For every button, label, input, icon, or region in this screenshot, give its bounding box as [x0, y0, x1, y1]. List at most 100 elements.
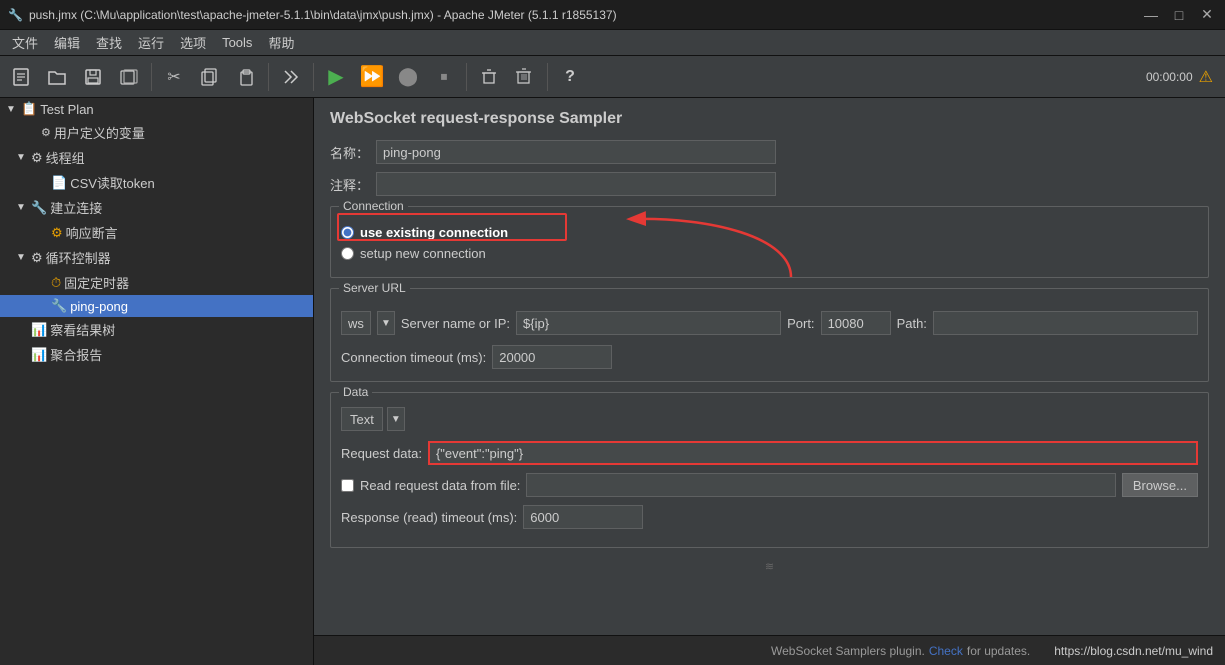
sidebar-item-user-vars[interactable]: ⚙ 用户定义的变量	[0, 120, 313, 145]
port-input[interactable]	[821, 311, 891, 335]
title-bar: 🔧 push.jmx (C:\Mu\application\test\apach…	[0, 0, 1225, 30]
connection-group: Connection use existing conn	[330, 206, 1209, 278]
arrow-thread-group1: ▼	[14, 152, 28, 163]
browse-button[interactable]: Browse...	[1122, 473, 1198, 497]
use-existing-row: use existing connection	[341, 221, 1198, 240]
sidebar-item-fixed-timer[interactable]: ⏱ 固定定时器	[0, 270, 313, 295]
response-timeout-input[interactable]	[523, 505, 643, 529]
path-input[interactable]	[933, 311, 1198, 335]
connection-group-title: Connection	[339, 199, 408, 213]
app-icon: 🔧	[8, 8, 23, 22]
data-group-title: Data	[339, 385, 372, 399]
response-timeout-row: Response (read) timeout (ms):	[341, 505, 1198, 529]
sidebar-item-csv-token[interactable]: 📄 CSV读取token	[0, 170, 313, 195]
protocol-badge: ws	[341, 311, 371, 335]
cut-button[interactable]: ✂	[157, 60, 191, 94]
window-title: push.jmx (C:\Mu\application\test\apache-…	[29, 8, 1141, 22]
icon-agg-report: 📊	[31, 347, 47, 363]
menu-edit[interactable]: 编辑	[46, 32, 88, 54]
sidebar-item-establish-conn[interactable]: ▼ 🔧 建立连接	[0, 195, 313, 220]
use-existing-radio[interactable]	[341, 226, 354, 239]
icon-test-plan: 📋	[21, 101, 37, 117]
response-timeout-label: Response (read) timeout (ms):	[341, 510, 517, 525]
sidebar-item-response-assert[interactable]: ⚙ 响应断言	[0, 220, 313, 245]
setup-new-label: setup new connection	[360, 246, 486, 261]
sidebar-item-ping-pong[interactable]: 🔧 ping-pong	[0, 295, 313, 317]
read-from-file-row: Read request data from file: Browse...	[341, 473, 1198, 497]
arrow-establish-conn: ▼	[14, 202, 28, 213]
file-path-input[interactable]	[526, 473, 1115, 497]
icon-response-assert: ⚙	[51, 225, 63, 241]
expand-button[interactable]	[274, 60, 308, 94]
label-response-assert: 响应断言	[66, 223, 118, 242]
plugin-text: WebSocket Samplers plugin.	[771, 644, 925, 658]
server-name-input[interactable]	[516, 311, 781, 335]
open-button[interactable]	[40, 60, 74, 94]
menu-tools[interactable]: Tools	[214, 32, 260, 54]
help-button[interactable]: ?	[553, 60, 587, 94]
label-loop-ctrl: 循环控制器	[46, 248, 111, 267]
data-type-dropdown[interactable]: ▼	[387, 407, 405, 431]
start-button[interactable]: ▶	[319, 60, 353, 94]
stop-button[interactable]: ⬤	[391, 60, 425, 94]
request-data-row: Request data:	[341, 441, 1198, 465]
label-agg-report: 聚合报告	[50, 345, 102, 364]
comment-input[interactable]	[376, 172, 776, 196]
status-url: https://blog.csdn.net/mu_wind	[1054, 644, 1213, 658]
data-type-badge: Text	[341, 407, 383, 431]
sidebar-item-agg-report[interactable]: 📊 聚合报告	[0, 342, 313, 367]
comment-label: 注释：	[330, 175, 370, 194]
clear-all-button[interactable]	[508, 60, 542, 94]
sidebar-item-test-plan[interactable]: ▼ 📋 Test Plan	[0, 98, 313, 120]
protocol-dropdown[interactable]: ▼	[377, 311, 395, 335]
start-no-pause-button[interactable]: ⏩	[355, 60, 389, 94]
sidebar: ▼ 📋 Test Plan ⚙ 用户定义的变量 ▼ ⚙ 线程组 📄 CSV读取t…	[0, 98, 314, 665]
label-view-results: 察看结果树	[50, 320, 115, 339]
toolbar-sep-1	[151, 63, 152, 91]
menu-run[interactable]: 运行	[130, 32, 172, 54]
clear-button[interactable]	[472, 60, 506, 94]
copy-button[interactable]	[193, 60, 227, 94]
menu-options[interactable]: 选项	[172, 32, 214, 54]
icon-fixed-timer: ⏱	[51, 275, 61, 291]
status-bar: WebSocket Samplers plugin. Check for upd…	[314, 635, 1225, 665]
sidebar-item-loop-ctrl[interactable]: ▼ ⚙ 循环控制器	[0, 245, 313, 270]
label-test-plan: Test Plan	[40, 102, 93, 117]
check-link[interactable]: Check	[929, 644, 963, 658]
data-group: Data Text ▼ Request data: Read request d…	[330, 392, 1209, 548]
use-existing-label: use existing connection	[360, 225, 508, 240]
toolbar-sep-4	[466, 63, 467, 91]
minimize-button[interactable]: —	[1141, 5, 1161, 25]
arrow-loop-ctrl: ▼	[14, 252, 28, 263]
server-url-row: ws ▼ Server name or IP: Port: Path:	[341, 311, 1198, 335]
close-button[interactable]: ✕	[1197, 5, 1217, 25]
label-fixed-timer: 固定定时器	[64, 273, 129, 292]
save-all-button[interactable]	[112, 60, 146, 94]
paste-button[interactable]	[229, 60, 263, 94]
label-csv: CSV读取token	[70, 173, 155, 192]
menu-find[interactable]: 查找	[88, 32, 130, 54]
save-button[interactable]	[76, 60, 110, 94]
shutdown-button[interactable]: ⏹	[427, 60, 461, 94]
read-from-file-checkbox[interactable]	[341, 479, 354, 492]
icon-ping-pong: 🔧	[51, 298, 67, 314]
name-label: 名称：	[330, 143, 370, 162]
toolbar: ✂ ▶ ⏩ ⬤ ⏹ ? 00:00:00 ⚠	[0, 56, 1225, 98]
icon-csv: 📄	[51, 175, 67, 191]
new-button[interactable]	[4, 60, 38, 94]
arrow-test-plan: ▼	[4, 104, 18, 115]
sidebar-item-view-results[interactable]: 📊 察看结果树	[0, 317, 313, 342]
menu-help[interactable]: 帮助	[260, 32, 302, 54]
setup-new-radio[interactable]	[341, 247, 354, 260]
menu-file[interactable]: 文件	[4, 32, 46, 54]
maximize-button[interactable]: □	[1169, 5, 1189, 25]
name-input[interactable]	[376, 140, 776, 164]
conn-timeout-input[interactable]	[492, 345, 612, 369]
setup-new-row: setup new connection	[341, 246, 1198, 261]
server-name-label: Server name or IP:	[401, 316, 510, 331]
request-data-input[interactable]	[428, 441, 1198, 465]
label-ping-pong: ping-pong	[70, 299, 128, 314]
request-data-label: Request data:	[341, 446, 422, 461]
label-user-vars: 用户定义的变量	[54, 123, 145, 142]
sidebar-item-thread-group1[interactable]: ▼ ⚙ 线程组	[0, 145, 313, 170]
